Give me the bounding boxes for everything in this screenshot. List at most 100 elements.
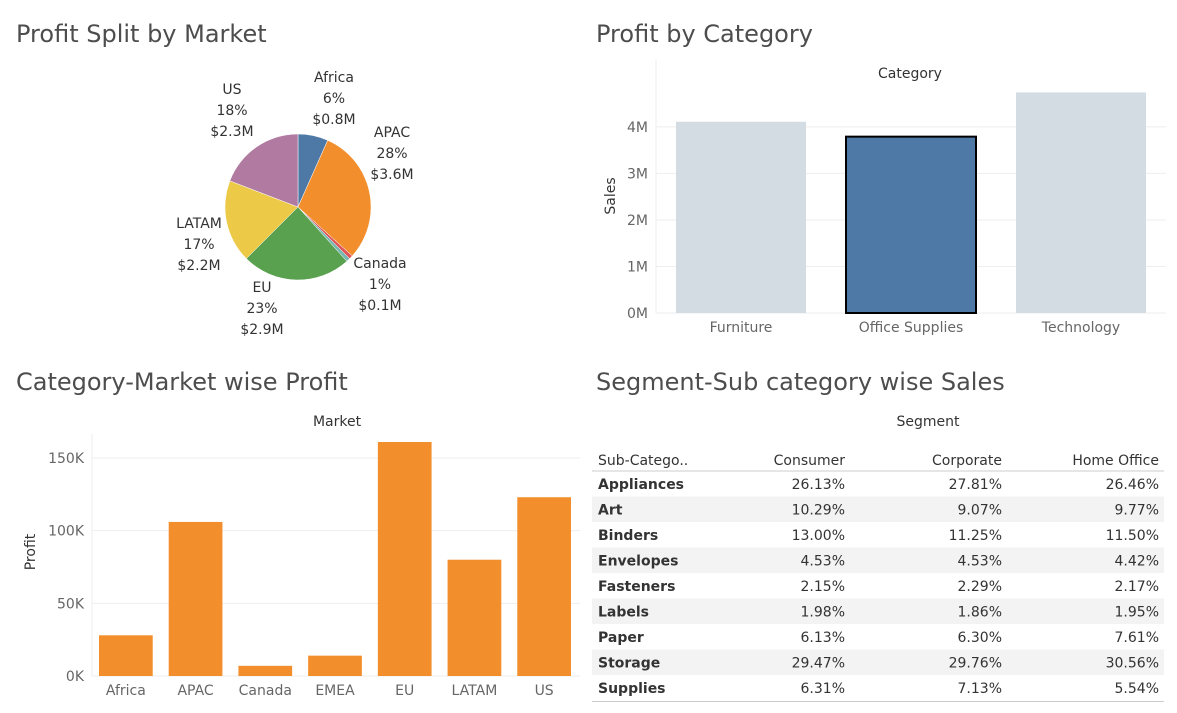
bar [676, 121, 806, 313]
pie-market-label: EU [252, 280, 271, 296]
table-cell: 27.81% [949, 477, 1002, 493]
table-row-header: Sub-Catego.. [598, 453, 688, 469]
table-cell: 1.86% [958, 605, 1002, 621]
y-tick-label: 4M [627, 120, 648, 136]
table-cell: 13.00% [792, 528, 845, 544]
x-tick-label: LATAM [452, 683, 498, 699]
bar [308, 655, 362, 676]
table-cell: 4.53% [958, 554, 1002, 570]
pie-panel-title: Profit Split by Market [16, 20, 267, 48]
pie-value-label: $3.6M [370, 167, 413, 183]
table-cell: 7.61% [1115, 630, 1159, 646]
table-cell: 29.47% [792, 656, 845, 672]
table-row-band [592, 496, 1164, 522]
table-cell: 9.77% [1115, 503, 1159, 519]
table-row-label: Binders [598, 528, 658, 544]
segment-subcategory-table: Segment Sub-Catego.. Consumer Corporate Home… [592, 414, 1164, 702]
profit-market-pie-chart: Africa 6% $0.8M APAC 28% $3.6M Canada 1% $0.1M EU… [176, 70, 414, 338]
table-cell: 9.07% [958, 503, 1002, 519]
table-cell: 2.29% [958, 579, 1002, 595]
pie-value-label: $2.2M [177, 258, 220, 274]
segment-panel-title: Segment-Sub category wise Sales [596, 368, 1005, 396]
y-tick-label: 100K [48, 524, 85, 540]
pie-value-label: $0.1M [358, 298, 401, 314]
table-cell: 7.13% [958, 681, 1002, 697]
table-cell: 1.95% [1115, 605, 1159, 621]
bar [99, 635, 153, 676]
table-cell: 1.98% [801, 605, 845, 621]
table-column-header: Corporate [932, 453, 1002, 469]
profit-category-bar-chart: Category 0M 1M 2M 3M 4M Sales Furniture Office S… [603, 60, 1166, 336]
table-column-header: Consumer [774, 453, 846, 469]
x-tick-label: APAC [177, 683, 213, 699]
table-row-label: Appliances [598, 477, 684, 493]
table-cell: 11.25% [949, 528, 1002, 544]
table-row-label: Supplies [598, 681, 666, 697]
table-cell: 2.17% [1115, 579, 1159, 595]
bar [447, 559, 502, 676]
table-cell: 5.54% [1115, 681, 1159, 697]
table-cell: 29.76% [949, 656, 1002, 672]
y-tick-label: 50K [57, 596, 85, 612]
pie-slice-label: US 18% $2.3M [210, 82, 253, 140]
pie-slice-label: APAC 28% $3.6M [370, 125, 413, 183]
pie-market-label: LATAM [176, 216, 222, 232]
table-cell: 30.56% [1106, 656, 1159, 672]
pie-slice-label: Canada 1% $0.1M [353, 256, 406, 314]
x-tick-label: Furniture [710, 320, 773, 336]
market-panel-title: Category-Market wise Profit [16, 368, 348, 396]
table-cell: 2.15% [801, 579, 845, 595]
y-tick-label: 3M [627, 166, 648, 182]
bar [238, 665, 293, 676]
pie-market-label: Canada [353, 256, 406, 272]
x-tick-label: Canada [239, 683, 292, 699]
table-cell: 4.42% [1115, 554, 1159, 570]
pie-percent-label: 1% [369, 277, 391, 293]
table-cell: 4.53% [801, 554, 845, 570]
y-tick-label: 2M [627, 213, 648, 229]
table-row-label: Fasteners [598, 579, 675, 595]
x-tick-label: Africa [106, 683, 146, 699]
pie-market-label: Africa [314, 70, 354, 86]
category-panel-title: Profit by Category [596, 20, 813, 48]
pie-slice-label: Africa 6% $0.8M [312, 70, 355, 128]
pie-percent-label: 23% [246, 301, 277, 317]
x-tick-label: EMEA [315, 683, 355, 699]
y-tick-label: 150K [48, 451, 85, 467]
category-market-bar-chart: Market 0K 50K 100K 150K Profit Africa APAC Canad… [23, 414, 580, 699]
x-tick-label: Technology [1041, 320, 1120, 336]
x-tick-label: US [535, 683, 554, 699]
pie-value-label: $2.3M [210, 124, 253, 140]
table-row-band [592, 598, 1164, 624]
x-tick-label: EU [395, 683, 414, 699]
table-cell: 26.13% [792, 477, 845, 493]
y-tick-label: 0M [627, 306, 648, 322]
market-header: Market [313, 414, 362, 430]
y-axis-title: Sales [603, 177, 619, 214]
table-row-label: Labels [598, 605, 649, 621]
pie-percent-label: 18% [216, 103, 247, 119]
table-row-label: Paper [598, 630, 644, 646]
x-tick-label: Office Supplies [859, 320, 964, 336]
bar [517, 497, 571, 676]
bar [377, 442, 432, 676]
pie-percent-label: 6% [323, 91, 345, 107]
segment-header: Segment [897, 414, 961, 430]
table-row-band [592, 649, 1164, 675]
y-tick-label: 1M [627, 259, 648, 275]
table-row-label: Storage [598, 656, 660, 672]
table-cell: 10.29% [792, 503, 845, 519]
pie-percent-label: 17% [183, 237, 214, 253]
pie-slice-label: LATAM 17% $2.2M [176, 216, 222, 274]
table-column-header: Home Office [1072, 453, 1159, 469]
pie-market-label: US [222, 82, 241, 98]
pie-slice-label: EU 23% $2.9M [240, 280, 283, 338]
y-tick-label: 0K [66, 669, 85, 685]
table-cell: 6.30% [958, 630, 1002, 646]
pie-value-label: $0.8M [312, 112, 355, 128]
table-row-label: Art [598, 503, 623, 519]
table-cell: 26.46% [1106, 477, 1159, 493]
category-header: Category [878, 66, 942, 82]
table-row-label: Envelopes [598, 554, 678, 570]
pie-market-label: APAC [374, 125, 410, 141]
